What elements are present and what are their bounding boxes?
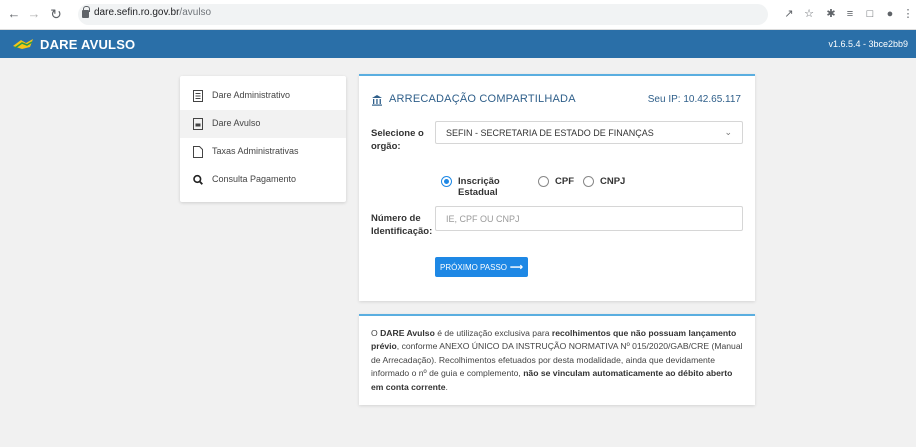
next-step-label: PRÓXIMO PASSO (440, 262, 508, 272)
forward-icon[interactable]: → (26, 6, 42, 22)
info-notice: O DARE Avulso é de utilização exclusiva … (359, 314, 755, 405)
logo-icon (13, 39, 33, 49)
document-list-icon (193, 90, 203, 102)
radio-label-cnpj: CNPJ (600, 176, 626, 187)
id-label-line-2: Identificação: (371, 226, 433, 237)
orgao-selected-value: SEFIN - SECRETARIA DE ESTADO DE FINANÇAS (446, 128, 654, 138)
file-icon (193, 146, 203, 158)
form-title: ARRECADAÇÃO COMPARTILHADA (389, 93, 576, 105)
app-header: DARE AVULSO v1.6.5.4 - 3bce2bb9 (0, 30, 916, 58)
browser-toolbar: ← → ↻ dare.sefin.ro.gov.br/avulso ↗ ☆ ✱ … (0, 0, 916, 30)
sidebar: Dare Administrativo Dare Avulso Taxas Ad… (180, 76, 346, 202)
ip-label: Seu IP: 10.42.65.117 (647, 94, 741, 105)
building-icon (372, 95, 382, 106)
identification-input[interactable] (435, 206, 743, 231)
radio-label-inscricao-estadual: Inscrição Estadual (458, 176, 500, 198)
menu-icon[interactable]: ⋮ (901, 7, 915, 21)
profile-icon[interactable]: ● (883, 7, 897, 21)
sidebar-item-label: Consulta Pagamento (212, 174, 297, 184)
search-icon (193, 174, 203, 185)
info-text-4: . (445, 381, 448, 392)
version-label: v1.6.5.4 - 3bce2bb9 (828, 39, 908, 49)
url-text: dare.sefin.ro.gov.br/avulso (94, 7, 211, 18)
radio-cnpj[interactable] (583, 176, 594, 187)
orgao-select[interactable]: SEFIN - SECRETARIA DE ESTADO DE FINANÇAS… (435, 121, 743, 144)
id-label: Número de Identificação: (371, 212, 432, 238)
app-title: DARE AVULSO (40, 37, 136, 52)
star-icon[interactable]: ☆ (802, 7, 816, 21)
orgao-label-line-1: Selecione o (371, 128, 424, 139)
radio-label-cpf: CPF (555, 176, 574, 187)
reload-icon[interactable]: ↻ (48, 6, 64, 22)
back-icon[interactable]: ← (6, 6, 22, 22)
info-bold-1: DARE Avulso (380, 328, 435, 338)
sidebar-item-taxas-administrativas[interactable]: Taxas Administrativas (180, 138, 346, 166)
sidebar-item-consulta-pagamento[interactable]: Consulta Pagamento (180, 166, 346, 194)
sidebar-item-dare-avulso[interactable]: Dare Avulso (180, 110, 346, 138)
orgao-label-line-2: orgão: (371, 141, 401, 152)
sidebar-item-label: Dare Avulso (212, 118, 261, 128)
shared-collection-form: ARRECADAÇÃO COMPARTILHADA Seu IP: 10.42.… (359, 74, 755, 301)
sidebar-item-label: Taxas Administrativas (212, 146, 299, 156)
radio-cpf[interactable] (538, 176, 549, 187)
lock-icon (82, 6, 90, 18)
sidebar-item-dare-administrativo[interactable]: Dare Administrativo (180, 82, 346, 110)
radio-inscricao-estadual[interactable] (441, 176, 452, 187)
next-step-button[interactable]: PRÓXIMO PASSO ⟶ (435, 257, 528, 277)
info-text-1: O (371, 328, 381, 338)
sidebar-item-label: Dare Administrativo (212, 90, 291, 100)
arrow-right-icon: ⟶ (510, 261, 523, 272)
info-text-2: é de utilização exclusiva para (434, 328, 552, 338)
id-label-line-1: Número de (371, 213, 421, 224)
side-panel-icon[interactable]: □ (863, 7, 877, 21)
extensions-icon[interactable]: ✱ (824, 7, 838, 21)
document-icon (193, 118, 203, 130)
chevron-down-icon: ⌄ (724, 127, 732, 137)
orgao-label: Selecione o orgão: (371, 127, 424, 153)
address-bar[interactable]: dare.sefin.ro.gov.br/avulso (78, 4, 768, 25)
url-path: /avulso (179, 7, 212, 18)
url-domain: dare.sefin.ro.gov.br (94, 7, 180, 18)
reading-list-icon[interactable]: ≡ (843, 7, 857, 21)
share-icon[interactable]: ↗ (782, 7, 796, 21)
